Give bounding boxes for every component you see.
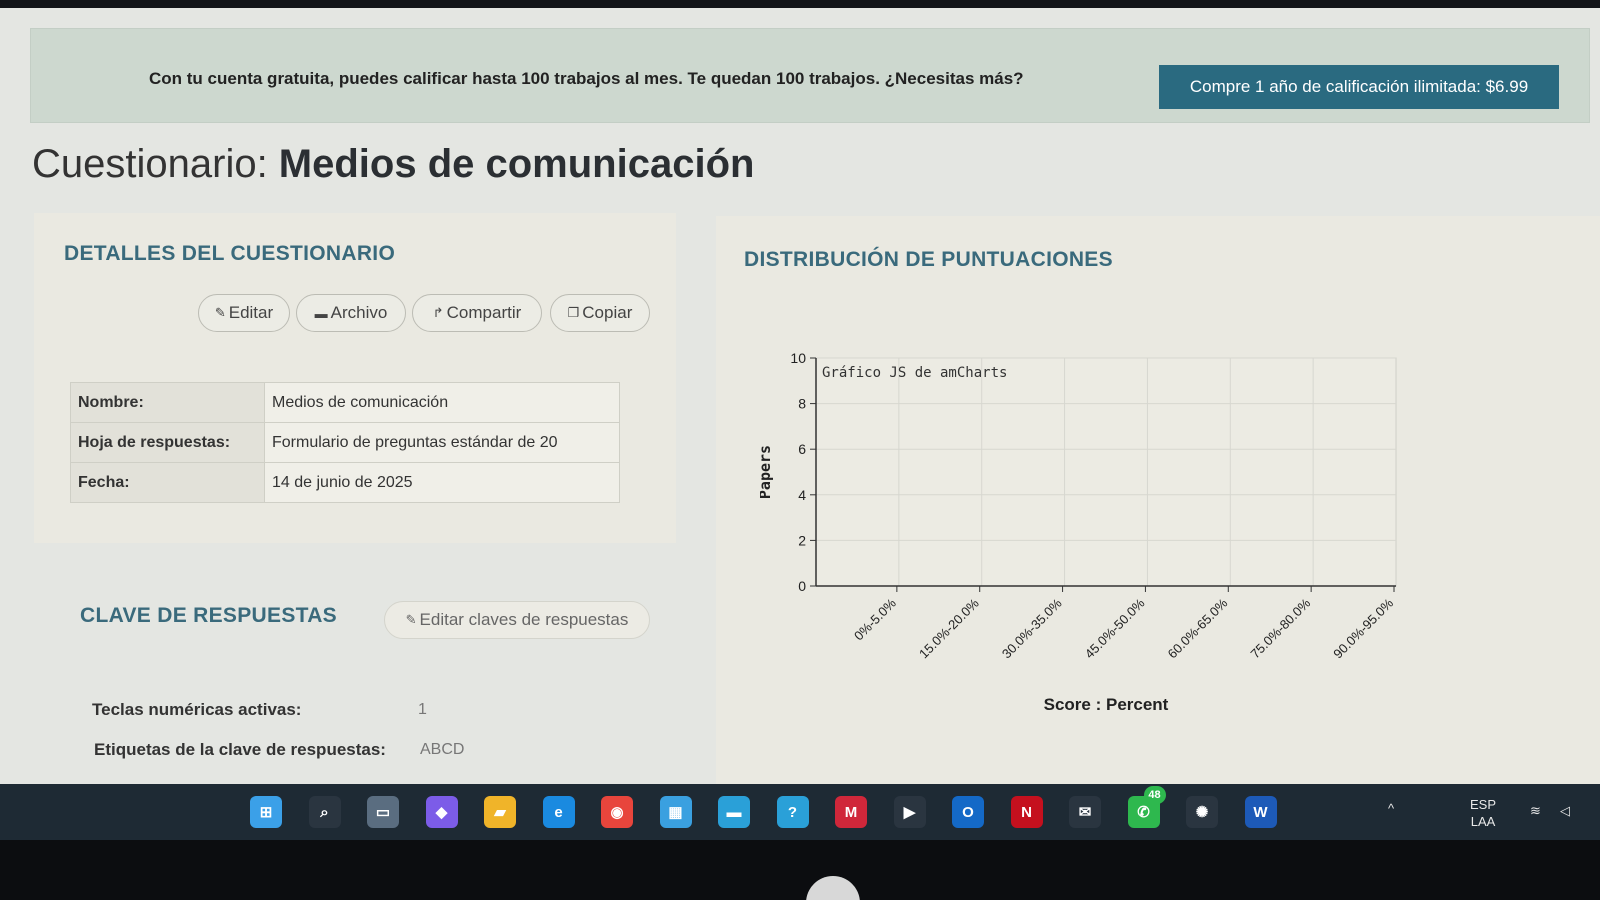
chrome-icon[interactable]: ◉ bbox=[601, 796, 633, 828]
y-tick-label: 0 bbox=[798, 578, 806, 594]
copy-icon: ❐ bbox=[567, 305, 580, 320]
share-button[interactable]: ↱ Compartir bbox=[412, 294, 542, 332]
plot-area bbox=[815, 357, 1397, 587]
outlook-icon[interactable]: O bbox=[952, 796, 984, 828]
browser-viewport: Con tu cuenta gratuita, puedes calificar… bbox=[0, 8, 1600, 784]
x-tick-label: 0%-5.0% bbox=[851, 595, 899, 643]
banner-message: Con tu cuenta gratuita, puedes calificar… bbox=[149, 69, 1024, 88]
numeric-keys-value: 1 bbox=[418, 701, 427, 718]
table-row: Hoja de respuestas: Formulario de pregun… bbox=[70, 422, 620, 463]
x-tick-label: 30.0%-35.0% bbox=[999, 595, 1065, 661]
page-title-prefix: Cuestionario: bbox=[32, 142, 279, 186]
archive-button-label: Archivo bbox=[330, 303, 388, 322]
netflix-icon[interactable]: N bbox=[1010, 796, 1043, 828]
language-indicator[interactable]: ESP LAA bbox=[1470, 796, 1496, 830]
windows-start-icon[interactable]: ⊞ bbox=[250, 796, 282, 828]
help-icon[interactable]: ? bbox=[776, 796, 809, 828]
share-button-label: Compartir bbox=[446, 303, 522, 322]
pencil-icon: ✎ bbox=[405, 612, 417, 627]
task-view-icon[interactable]: ▭ bbox=[367, 796, 399, 828]
edit-answer-keys-button[interactable]: ✎ Editar claves de respuestas bbox=[384, 601, 650, 639]
detail-value: Formulario de preguntas estándar de 20 bbox=[264, 422, 620, 463]
edit-answer-keys-label: Editar claves de respuestas bbox=[419, 610, 629, 629]
copy-button-label: Copiar bbox=[582, 303, 633, 322]
whatsapp-badge: 48 bbox=[1143, 786, 1166, 804]
detail-label: Hoja de respuestas: bbox=[70, 422, 265, 463]
keyboard-layout-code: LAA bbox=[1470, 814, 1496, 829]
share-icon: ↱ bbox=[432, 305, 444, 320]
y-axis-title: Papers bbox=[760, 445, 774, 499]
mail-icon[interactable]: ✉ bbox=[1069, 796, 1101, 828]
word-icon[interactable]: W bbox=[1244, 796, 1277, 828]
x-tick-label: 90.0%-95.0% bbox=[1330, 595, 1396, 661]
answer-key-heading: CLAVE DE RESPUESTAS bbox=[80, 604, 337, 627]
answer-labels-value: ABCD bbox=[420, 741, 465, 758]
app-icon[interactable]: ▬ bbox=[718, 796, 750, 828]
detail-label: Fecha: bbox=[70, 462, 265, 503]
show-hidden-icons-chevron-icon[interactable]: ^ bbox=[1388, 800, 1394, 817]
y-tick-label: 2 bbox=[798, 532, 806, 548]
archive-button[interactable]: ▬ Archivo bbox=[296, 294, 406, 332]
score-distribution-heading: DISTRIBUCIÓN DE PUNTUACIONES bbox=[744, 248, 1113, 271]
numeric-keys-label: Teclas numéricas activas: bbox=[92, 700, 302, 719]
y-tick-label: 10 bbox=[790, 350, 806, 366]
buy-unlimited-button[interactable]: Compre 1 año de calificación ilimitada: … bbox=[1159, 65, 1559, 109]
x-axis-title: Score : Percent bbox=[1044, 695, 1169, 714]
x-tick-label: 75.0%-80.0% bbox=[1247, 595, 1313, 661]
file-explorer-icon[interactable]: ▰ bbox=[484, 796, 516, 828]
detail-value: Medios de comunicación bbox=[264, 382, 620, 423]
x-tick-label: 15.0%-20.0% bbox=[916, 595, 982, 661]
y-tick-label: 4 bbox=[798, 487, 806, 503]
copy-button[interactable]: ❐ Copiar bbox=[550, 294, 650, 332]
quiz-name: Medios de comunicación bbox=[278, 142, 755, 186]
page-title: Cuestionario: Medios de comunicación bbox=[32, 142, 754, 187]
wifi-icon[interactable]: ≋ bbox=[1530, 802, 1541, 819]
table-row: Fecha: 14 de junio de 2025 bbox=[70, 462, 620, 503]
score-distribution-chart: 0 2 4 6 8 10 0%-5.0% 15.0%-20.0% 30.0%-35.0% 45.0… bbox=[760, 350, 1397, 714]
volume-icon[interactable]: ◁ bbox=[1560, 802, 1570, 819]
amcharts-watermark: Gráfico JS de amCharts bbox=[822, 365, 1007, 381]
windows-taskbar: ⊞ ⌕ ▭ ◆ ▰ e ◉ ▦ ▬? M ▶ O N ✉ ✆ ✺ W 48 ^ ESP LAA ≋ ◁ bbox=[0, 784, 1600, 840]
y-tick-label: 6 bbox=[798, 441, 806, 457]
search-icon[interactable]: ⌕ bbox=[308, 796, 341, 828]
chatgpt-icon[interactable]: ✺ bbox=[1186, 796, 1218, 828]
details-table: Nombre: Medios de comunicación Hoja de r… bbox=[70, 382, 620, 503]
upgrade-banner: Con tu cuenta gratuita, puedes calificar… bbox=[30, 28, 1590, 123]
laptop-bezel bbox=[0, 840, 1600, 900]
copilot-icon[interactable]: ◆ bbox=[425, 796, 458, 828]
edit-button-label: Editar bbox=[228, 303, 274, 322]
detail-value: 14 de junio de 2025 bbox=[264, 462, 620, 503]
x-tick-label: 60.0%-65.0% bbox=[1165, 595, 1231, 661]
quiz-details-heading: DETALLES DEL CUESTIONARIO bbox=[64, 242, 396, 265]
x-tick-label: 45.0%-50.0% bbox=[1082, 595, 1148, 661]
table-row: Nombre: Medios de comunicación bbox=[70, 382, 620, 423]
store-icon[interactable]: ▦ bbox=[659, 796, 692, 828]
folder-icon: ▬ bbox=[314, 305, 328, 321]
language-code: ESP bbox=[1470, 797, 1497, 812]
y-tick-label: 8 bbox=[798, 396, 806, 412]
edge-icon[interactable]: e bbox=[542, 796, 575, 828]
youtube-icon[interactable]: ▶ bbox=[893, 796, 926, 828]
mcafee-icon[interactable]: M bbox=[835, 796, 867, 828]
detail-label: Nombre: bbox=[70, 382, 265, 423]
pencil-icon: ✎ bbox=[214, 305, 226, 320]
edit-button[interactable]: ✎ Editar bbox=[198, 294, 290, 332]
answer-labels-label: Etiquetas de la clave de respuestas: bbox=[94, 740, 386, 759]
